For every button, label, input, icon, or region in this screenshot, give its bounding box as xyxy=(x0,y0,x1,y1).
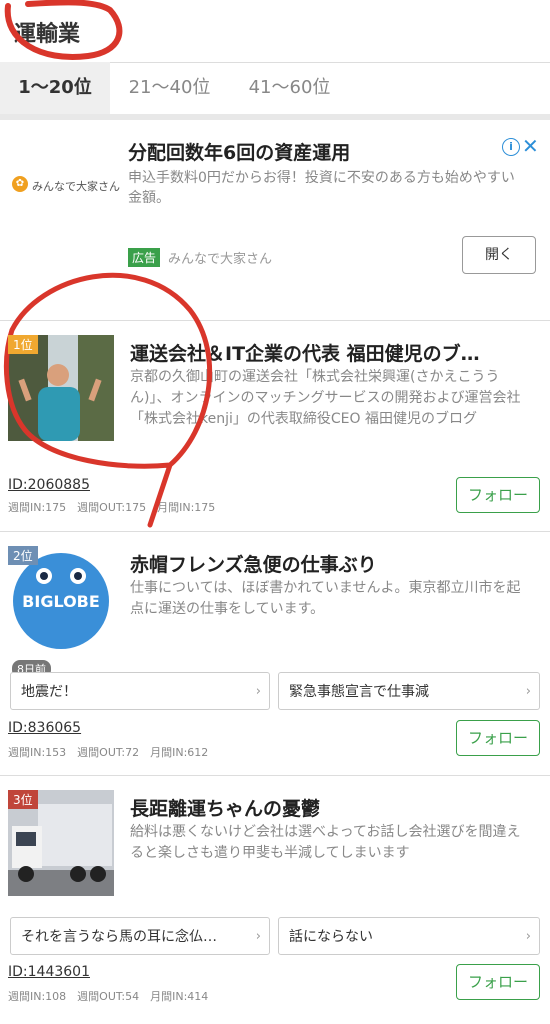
blog-stats: 週間IN:175 週間OUT:175 月間IN:175 xyxy=(8,501,216,514)
ad-title[interactable]: 分配回数年6回の資産運用 xyxy=(128,138,350,165)
list-item[interactable]: 3位 長距離運ちゃんの憂鬱 給料は悪くないけど会社は選べよってお話し会社選びを間… xyxy=(0,776,550,1024)
follow-button[interactable]: フォロー xyxy=(456,477,540,513)
rank-badge: 3位 xyxy=(8,790,38,809)
ad-sponsor: みんなで大家さん xyxy=(168,252,273,267)
tab-rank-41-60[interactable]: 41〜60位 xyxy=(232,62,347,114)
recent-post-title: 地震だ！ xyxy=(21,684,77,700)
tab-rank-21-40[interactable]: 21〜40位 xyxy=(112,62,227,114)
blog-id-link[interactable]: ID:1443601 xyxy=(8,964,90,980)
ad-banner[interactable]: ✿ みんなで大家さん 分配回数年6回の資産運用 申込手数料0円だからお得！投資に… xyxy=(0,120,550,321)
blog-stats: 週間IN:153 週間OUT:72 月間IN:612 xyxy=(8,746,209,759)
chevron-right-icon: › xyxy=(525,929,531,944)
rank-badge: 2位 xyxy=(8,546,38,565)
blog-description: 京都の久御山町の運送会社「株式会社栄興運(さかえこううん)」、オンラインのマッチ… xyxy=(130,369,521,427)
ad-description: 申込手数料0円だからお得！投資に不安のある方も始めやすい金額。 xyxy=(128,170,515,206)
sponsor-logo-icon: ✿ xyxy=(12,176,28,192)
tab-rank-1-20[interactable]: 1〜20位 xyxy=(0,62,110,114)
ad-open-button[interactable]: 開く xyxy=(462,236,536,274)
rank-badge: 1位 xyxy=(8,335,38,354)
thumb-label: BIGLOBE xyxy=(22,592,100,611)
blog-description: 給料は悪くないけど会社は選べよってお話し会社選びを間違えると楽しさも遣り甲斐も半… xyxy=(130,824,521,861)
list-item[interactable]: 2位 BIGLOBE 赤帽フレンズ急便の仕事ぶり 仕事については、ほぼ書かれてい… xyxy=(0,532,550,776)
recent-post-title: 緊急事態宣言で仕事減 xyxy=(289,684,429,700)
blog-description: 仕事については、ほぼ書かれていませんよ。東京都立川市を起点に運送の仕事をしていま… xyxy=(130,580,521,617)
chevron-right-icon: › xyxy=(525,684,531,699)
blog-title[interactable]: 赤帽フレンズ急便の仕事ぶり xyxy=(130,550,530,577)
recent-post-title: それを言うなら馬の耳に念仏… xyxy=(21,929,217,945)
blog-id-link[interactable]: ID:2060885 xyxy=(8,477,90,493)
ad-badge: 広告 xyxy=(128,248,161,267)
blog-id-link[interactable]: ID:836065 xyxy=(8,720,81,736)
recent-post-link[interactable]: 地震だ！ › xyxy=(10,672,270,710)
follow-button[interactable]: フォロー xyxy=(456,964,540,1000)
blog-stats: 週間IN:108 週間OUT:54 月間IN:414 xyxy=(8,990,209,1003)
page-header: 運輸業 xyxy=(0,0,550,63)
chevron-right-icon: › xyxy=(255,684,261,699)
follow-button[interactable]: フォロー xyxy=(456,720,540,756)
info-icon[interactable]: i xyxy=(502,138,520,156)
close-icon[interactable]: ✕ xyxy=(522,134,539,158)
recent-post-link[interactable]: それを言うなら馬の耳に念仏… › xyxy=(10,917,270,955)
chevron-right-icon: › xyxy=(255,929,261,944)
recent-post-link[interactable]: 話にならない › xyxy=(278,917,540,955)
recent-post-link[interactable]: 緊急事態宣言で仕事減 › xyxy=(278,672,540,710)
blog-title[interactable]: 運送会社＆IT企業の代表 福田健児のブ… xyxy=(130,339,530,366)
page-title: 運輸業 xyxy=(14,22,81,47)
sponsor-logo-text: みんなで大家さん xyxy=(32,180,120,193)
rank-tabs: 1〜20位 21〜40位 41〜60位 xyxy=(0,62,550,115)
recent-post-title: 話にならない xyxy=(289,929,373,945)
blog-title[interactable]: 長距離運ちゃんの憂鬱 xyxy=(130,794,530,821)
list-item[interactable]: 1位 運送会社＆IT企業の代表 福田健児のブ… 京都の久御山町の運送会社「株式会… xyxy=(0,321,550,532)
